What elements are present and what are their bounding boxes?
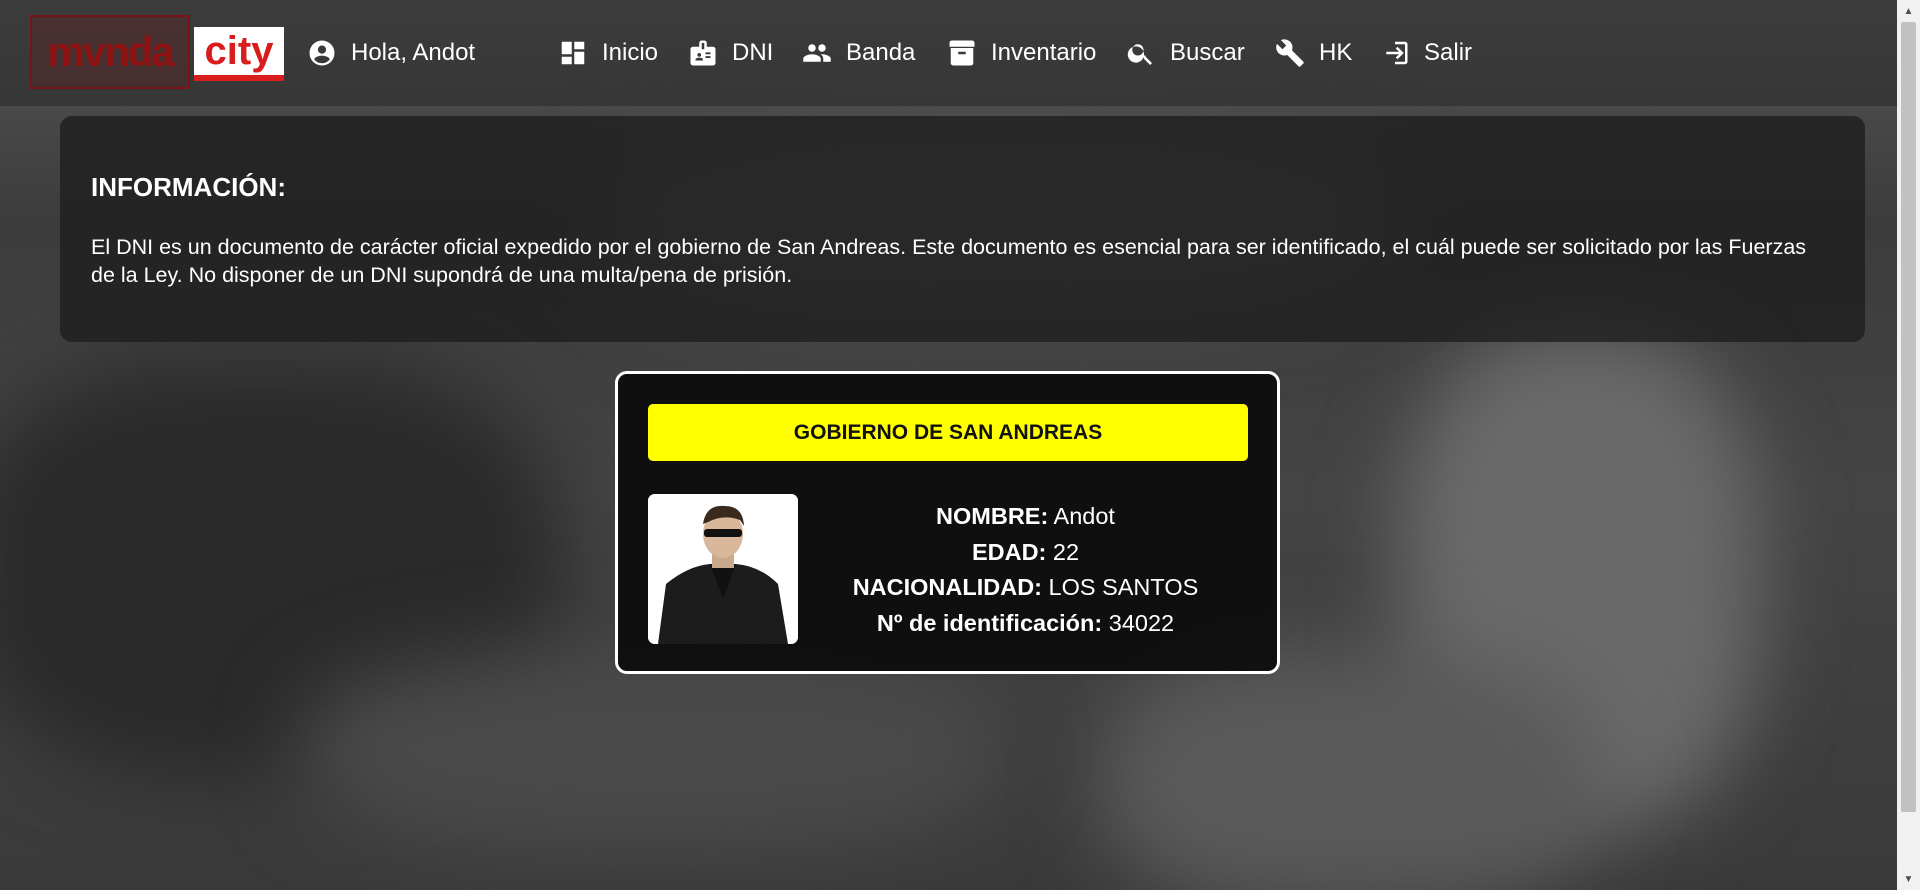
nav-label: Banda	[846, 39, 916, 66]
nav-salir[interactable]: Salir	[1380, 36, 1472, 70]
logo-text-city: city	[194, 27, 284, 81]
nav-hk[interactable]: HK	[1275, 36, 1352, 70]
group-icon	[803, 44, 831, 62]
archive-box-icon	[949, 40, 975, 66]
search-icon	[1127, 44, 1152, 65]
user-circle-icon	[309, 40, 335, 66]
top-navbar: mvnda city Hola, Andot Inicio DNI Banda …	[0, 0, 1897, 106]
scroll-down-arrow-icon[interactable]: ▼	[1897, 870, 1920, 888]
nav-label: DNI	[732, 39, 774, 66]
avatar	[648, 494, 798, 644]
greeting-text: Hola, Andot	[351, 39, 476, 66]
nav-label: HK	[1319, 39, 1353, 66]
field-id-number: Nº de identificación: 34022	[876, 609, 1175, 636]
scroll-up-arrow-icon[interactable]: ▲	[1897, 2, 1920, 20]
logout-icon	[1386, 41, 1408, 65]
site-logo[interactable]: mvnda city	[30, 15, 284, 89]
logo-text-mvnda: mvnda	[30, 15, 190, 89]
nav-label: Buscar	[1170, 39, 1245, 66]
info-panel: INFORMACIÓN: El DNI es un documento de c…	[60, 116, 1865, 342]
field-nombre: NOMBRE: Andot	[936, 503, 1115, 529]
scroll-thumb[interactable]	[1901, 22, 1916, 812]
nav-buscar[interactable]: Buscar	[1126, 36, 1245, 70]
card-fields: NOMBRE: Andot EDAD: 22 NACIONALIDAD: LOS…	[818, 499, 1233, 641]
user-greeting[interactable]: Hola, Andot	[307, 36, 475, 70]
field-edad: EDAD: 22	[971, 538, 1080, 565]
character-portrait	[648, 494, 798, 644]
nav-inicio[interactable]: Inicio	[558, 36, 658, 70]
id-card: GOBIERNO DE SAN ANDREAS NOMBRE: Andot ED…	[615, 371, 1280, 674]
field-nacionalidad: NACIONALIDAD: LOS SANTOS	[852, 574, 1199, 600]
scrollbar[interactable]: ▲ ▼	[1897, 0, 1920, 890]
info-title: INFORMACIÓN:	[91, 172, 286, 202]
id-badge-icon	[690, 40, 716, 66]
nav-dni[interactable]: DNI	[688, 36, 773, 70]
nav-inventario[interactable]: Inventario	[947, 36, 1096, 70]
nav-banda[interactable]: Banda	[802, 36, 915, 70]
tools-icon	[1276, 39, 1304, 67]
dashboard-icon	[561, 41, 585, 65]
card-header: GOBIERNO DE SAN ANDREAS	[648, 404, 1248, 461]
nav-label: Inventario	[991, 39, 1097, 66]
nav-label: Inicio	[602, 39, 659, 66]
nav-label: Salir	[1424, 39, 1473, 66]
info-text: El DNI es un documento de carácter ofici…	[91, 235, 1807, 287]
